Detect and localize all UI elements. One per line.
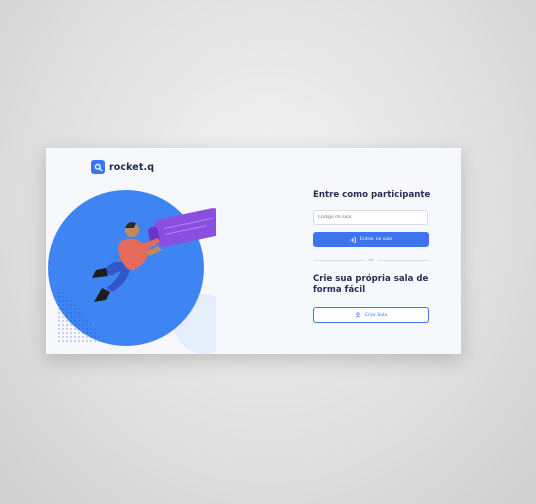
users-icon bbox=[355, 312, 361, 318]
or-divider: ou bbox=[313, 257, 429, 262]
or-label: ou bbox=[368, 257, 374, 262]
create-title: Crie sua própria sala de forma fácil bbox=[313, 274, 429, 295]
join-title: Entre como participante bbox=[313, 190, 431, 200]
search-icon bbox=[91, 160, 105, 174]
login-card: rocket.q Entre como participante Código … bbox=[46, 148, 461, 354]
hero-illustration bbox=[48, 190, 216, 354]
create-room-label: Criar Sala bbox=[364, 312, 388, 318]
room-code-input[interactable] bbox=[313, 210, 428, 225]
create-room-button[interactable]: Criar Sala bbox=[313, 307, 429, 323]
brand-logo: rocket.q bbox=[91, 160, 154, 174]
enter-room-label: Entrar na sala bbox=[359, 237, 393, 242]
enter-room-button[interactable]: Entrar na sala bbox=[313, 232, 429, 247]
brand-name: rocket.q bbox=[109, 161, 155, 173]
login-arrow-icon bbox=[350, 236, 356, 243]
